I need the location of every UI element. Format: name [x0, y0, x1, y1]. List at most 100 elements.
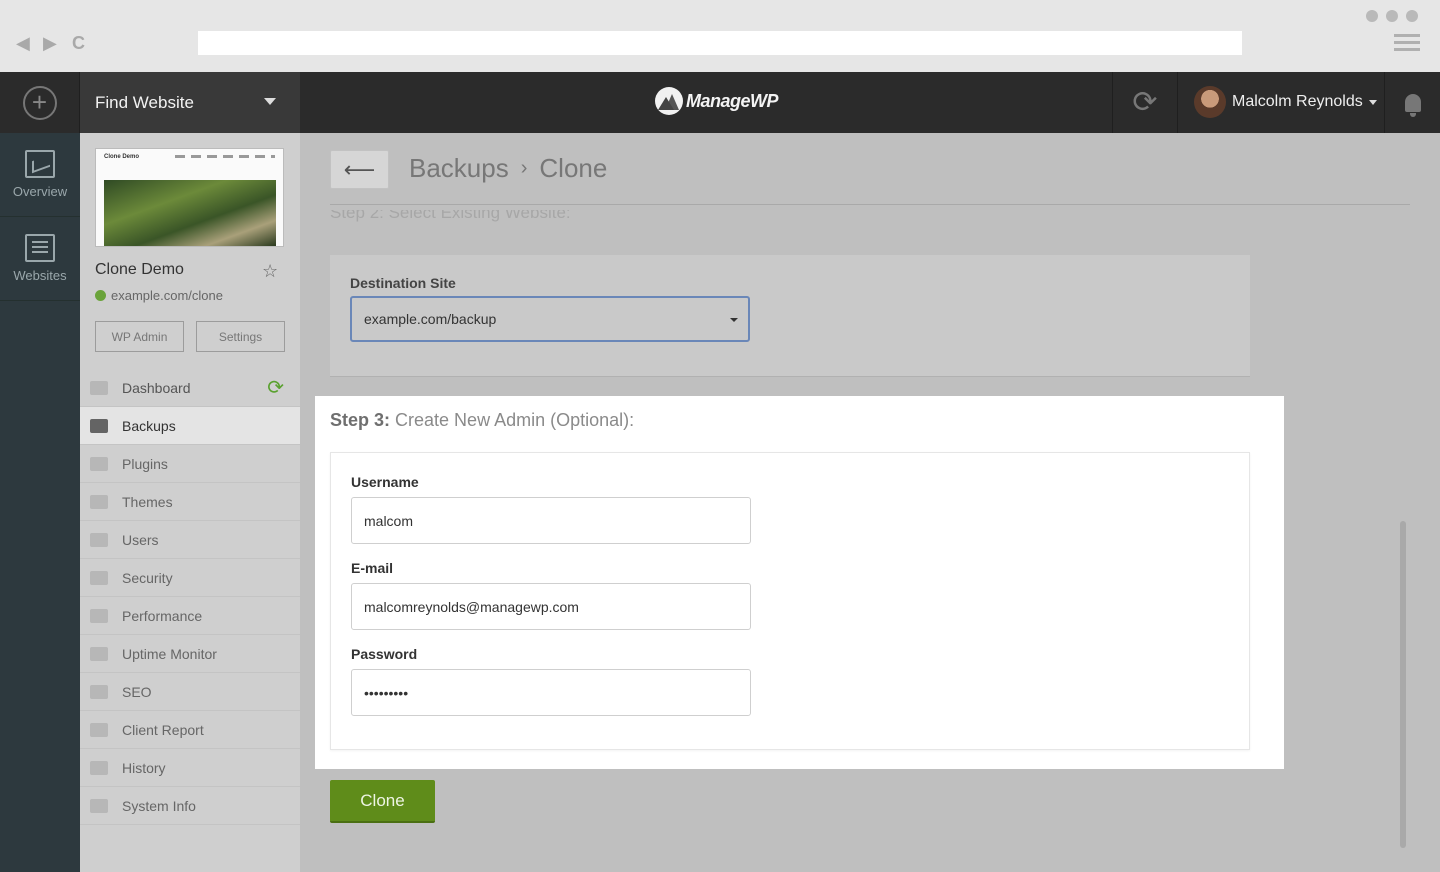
- password-value: •••••••••: [364, 684, 409, 701]
- password-field[interactable]: •••••••••: [351, 669, 751, 716]
- monitor-icon: [90, 380, 108, 395]
- menu-item-label: History: [122, 759, 166, 776]
- menu-item-label: Plugins: [122, 455, 168, 472]
- plus-icon: +: [22, 85, 57, 120]
- wp-admin-button[interactable]: WP Admin: [95, 321, 184, 352]
- destination-panel: Destination Site example.com/backup: [330, 255, 1250, 377]
- caret-down-icon: [264, 98, 276, 105]
- plug-icon: [90, 456, 108, 471]
- star-icon[interactable]: ☆: [262, 261, 278, 282]
- menu-item-label: Performance: [122, 607, 203, 624]
- main-content: ⟵ Backups › Clone Step 2: Select Existin…: [300, 133, 1440, 872]
- chart-icon: [25, 150, 55, 178]
- rail-item-label: Overview: [12, 184, 68, 199]
- bell-icon: [1404, 93, 1421, 117]
- report-icon: [90, 722, 108, 737]
- menu-item-label: Client Report: [122, 721, 204, 738]
- step3-panel: Step 3: Create New Admin (Optional): Use…: [315, 396, 1284, 769]
- disk-icon: [90, 418, 108, 433]
- menu-item-history[interactable]: History: [80, 749, 300, 787]
- clone-button[interactable]: Clone: [330, 780, 435, 823]
- step2-heading: Step 2: Select Existing Website:: [330, 210, 571, 222]
- browser-menu-icon[interactable]: [1394, 34, 1420, 55]
- gauge-icon: [90, 608, 108, 623]
- menu-item-backups[interactable]: Backups: [80, 407, 300, 445]
- password-label: Password: [351, 646, 418, 662]
- breadcrumb-clone: Clone: [539, 153, 608, 183]
- window-dot: [1406, 10, 1418, 22]
- menu-item-security[interactable]: Security: [80, 559, 300, 597]
- browser-chrome: ◀ ▶ C: [0, 0, 1440, 72]
- sync-icon: ⟳: [1132, 86, 1158, 119]
- rail-item-label: Websites: [13, 268, 67, 283]
- menu-item-dashboard[interactable]: Dashboard ⟳: [80, 369, 300, 407]
- breadcrumb: Backups › Clone: [409, 153, 607, 184]
- header-divider: [330, 204, 1410, 205]
- address-bar[interactable]: [198, 31, 1242, 55]
- step3-title: Create New Admin (Optional):: [395, 410, 635, 430]
- clock-icon: [90, 760, 108, 775]
- arrow-up-icon: [90, 646, 108, 661]
- thumbnail-photo: [104, 180, 276, 246]
- browser-reload-icon[interactable]: C: [72, 32, 85, 54]
- scrollbar[interactable]: [1400, 521, 1406, 848]
- menu-item-seo[interactable]: SEO: [80, 673, 300, 711]
- menu-item-label: SEO: [122, 683, 152, 700]
- menu-item-users[interactable]: Users: [80, 521, 300, 559]
- window-dot: [1386, 10, 1398, 22]
- avatar: [1194, 86, 1226, 118]
- managewp-logo: ManageWP: [655, 87, 779, 115]
- settings-button[interactable]: Settings: [196, 321, 285, 352]
- breadcrumb-separator: ›: [520, 157, 528, 179]
- breadcrumb-backups[interactable]: Backups: [409, 153, 509, 184]
- user-icon: [90, 532, 108, 547]
- menu-item-label: Dashboard: [122, 379, 191, 396]
- menu-item-label: Security: [122, 569, 173, 586]
- shield-icon: [90, 570, 108, 585]
- step3-prefix: Step 3:: [330, 410, 391, 430]
- browser-back-icon[interactable]: ◀: [16, 32, 30, 54]
- browser-forward-icon[interactable]: ▶: [43, 32, 57, 54]
- username-value: malcom: [364, 512, 414, 529]
- username-field[interactable]: malcom: [351, 497, 751, 544]
- thumbnail-nav: [175, 155, 275, 158]
- notifications-button[interactable]: [1384, 72, 1440, 133]
- user-name: Malcolm Reynolds: [1232, 93, 1363, 110]
- find-website-dropdown[interactable]: Find Website: [80, 72, 300, 133]
- menu-item-themes[interactable]: Themes: [80, 483, 300, 521]
- refresh-icon[interactable]: ⟳: [267, 378, 284, 398]
- add-website-button[interactable]: +: [0, 72, 80, 133]
- destination-site-value: example.com/backup: [364, 311, 497, 327]
- window-dots: [1366, 10, 1418, 22]
- logo-mark-icon: [655, 87, 683, 115]
- thumbnail-title: Clone Demo: [104, 154, 140, 160]
- rail-item-websites[interactable]: Websites: [0, 217, 80, 301]
- destination-site-label: Destination Site: [350, 275, 456, 291]
- email-label: E-mail: [351, 560, 394, 576]
- rail-item-overview[interactable]: Overview: [0, 133, 80, 217]
- menu-item-client-report[interactable]: Client Report: [80, 711, 300, 749]
- globe-icon: [95, 290, 106, 301]
- site-thumbnail[interactable]: Clone Demo: [95, 148, 284, 247]
- menu-item-plugins[interactable]: Plugins: [80, 445, 300, 483]
- menu-item-uptime-monitor[interactable]: Uptime Monitor: [80, 635, 300, 673]
- pages-icon: [25, 234, 55, 262]
- destination-site-select[interactable]: example.com/backup: [350, 296, 750, 342]
- sync-button[interactable]: ⟳: [1112, 72, 1178, 133]
- caret-down-icon: [730, 318, 738, 322]
- menu-item-system-info[interactable]: System Info: [80, 787, 300, 825]
- site-menu: Dashboard ⟳ Backups Plugins Themes Users…: [80, 369, 300, 825]
- menu-item-label: Users: [122, 531, 159, 548]
- email-field[interactable]: malcomreynolds@managewp.com: [351, 583, 751, 630]
- window-dot: [1366, 10, 1378, 22]
- site-url[interactable]: example.com/clone: [95, 288, 223, 303]
- site-sidebar: Clone Demo Clone Demo ☆ example.com/clon…: [80, 133, 300, 872]
- new-admin-form: Username malcom E-mail malcomreynolds@ma…: [330, 452, 1250, 750]
- user-menu[interactable]: Malcolm Reynolds: [1194, 86, 1377, 118]
- app-topbar: + Find Website ManageWP ⟳ Malcolm Reynol…: [0, 72, 1440, 133]
- menu-item-performance[interactable]: Performance: [80, 597, 300, 635]
- username-label: Username: [351, 474, 419, 490]
- logo-text: ManageWP: [686, 90, 779, 111]
- email-value: malcomreynolds@managewp.com: [364, 598, 579, 615]
- back-button[interactable]: ⟵: [330, 150, 389, 189]
